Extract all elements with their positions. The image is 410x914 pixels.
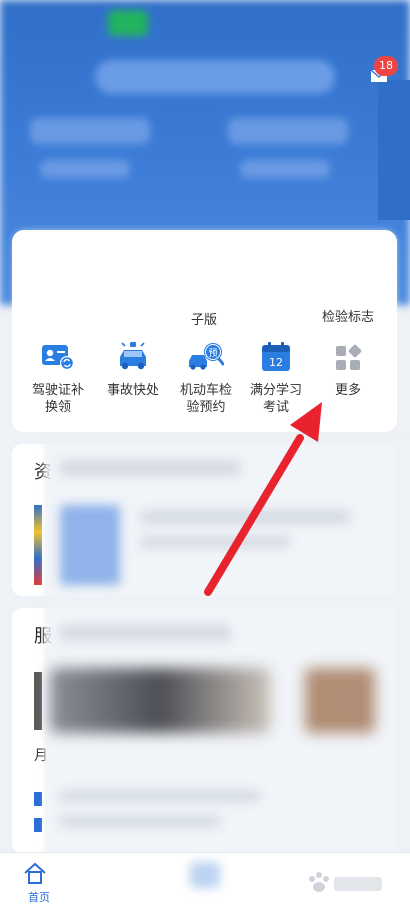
service-label-partial: 子版 bbox=[191, 313, 218, 328]
blurred-text bbox=[60, 460, 240, 476]
status-indicator bbox=[108, 10, 148, 36]
blurred-photo bbox=[50, 668, 270, 733]
service-label-partial: 检验标志 bbox=[322, 310, 375, 325]
header-right-strip bbox=[378, 80, 410, 220]
tool-label: 更多 bbox=[334, 383, 361, 398]
tool-accident[interactable]: 事故快处 bbox=[97, 340, 169, 399]
thumbnail-edge bbox=[34, 505, 42, 585]
blurred-text bbox=[60, 790, 260, 802]
blurred-text bbox=[140, 536, 290, 548]
search-bar[interactable] bbox=[95, 60, 335, 94]
tool-more[interactable]: 更多 bbox=[312, 340, 384, 399]
tool-license-renewal[interactable]: 驾驶证补 换领 bbox=[22, 340, 94, 416]
tool-label: 满分学习 考试 bbox=[249, 383, 302, 415]
tool-label: 机动车检 验预约 bbox=[179, 383, 232, 415]
header-info-block bbox=[40, 160, 130, 178]
blurred-thumbnail bbox=[60, 505, 120, 585]
study-exam-icon: 12 bbox=[262, 342, 290, 371]
tab-home-label[interactable]: 首页 bbox=[28, 889, 50, 905]
tag-edge bbox=[34, 818, 42, 832]
header-info-block bbox=[30, 118, 150, 144]
blurred-text bbox=[140, 510, 350, 524]
header-info-block bbox=[240, 160, 330, 178]
message-badge: 18 bbox=[374, 56, 398, 76]
tool-study-exam[interactable]: 12 满分学习 考试 bbox=[240, 340, 312, 416]
home-icon[interactable] bbox=[22, 860, 48, 886]
watermark-logo bbox=[309, 872, 382, 892]
blurred-tab-icon bbox=[190, 862, 220, 888]
license-renewal-icon bbox=[42, 345, 74, 370]
tool-label: 事故快处 bbox=[106, 383, 159, 398]
blurred-text bbox=[60, 815, 220, 827]
thumbnail-edge bbox=[34, 672, 42, 730]
blurred-text bbox=[60, 625, 230, 641]
more-icon bbox=[336, 344, 362, 370]
accident-icon bbox=[120, 342, 146, 370]
inspection-booking-icon: 预 bbox=[189, 343, 224, 370]
tool-label: 驾驶证补 换领 bbox=[31, 383, 84, 415]
header-info-block bbox=[228, 118, 348, 144]
study-icon-number: 12 bbox=[269, 356, 283, 369]
tag-edge bbox=[34, 792, 42, 806]
blurred-photo bbox=[305, 668, 375, 733]
tool-inspection-booking[interactable]: 预 机动车检 验预约 bbox=[170, 340, 242, 416]
booking-badge-text: 预 bbox=[208, 348, 217, 359]
